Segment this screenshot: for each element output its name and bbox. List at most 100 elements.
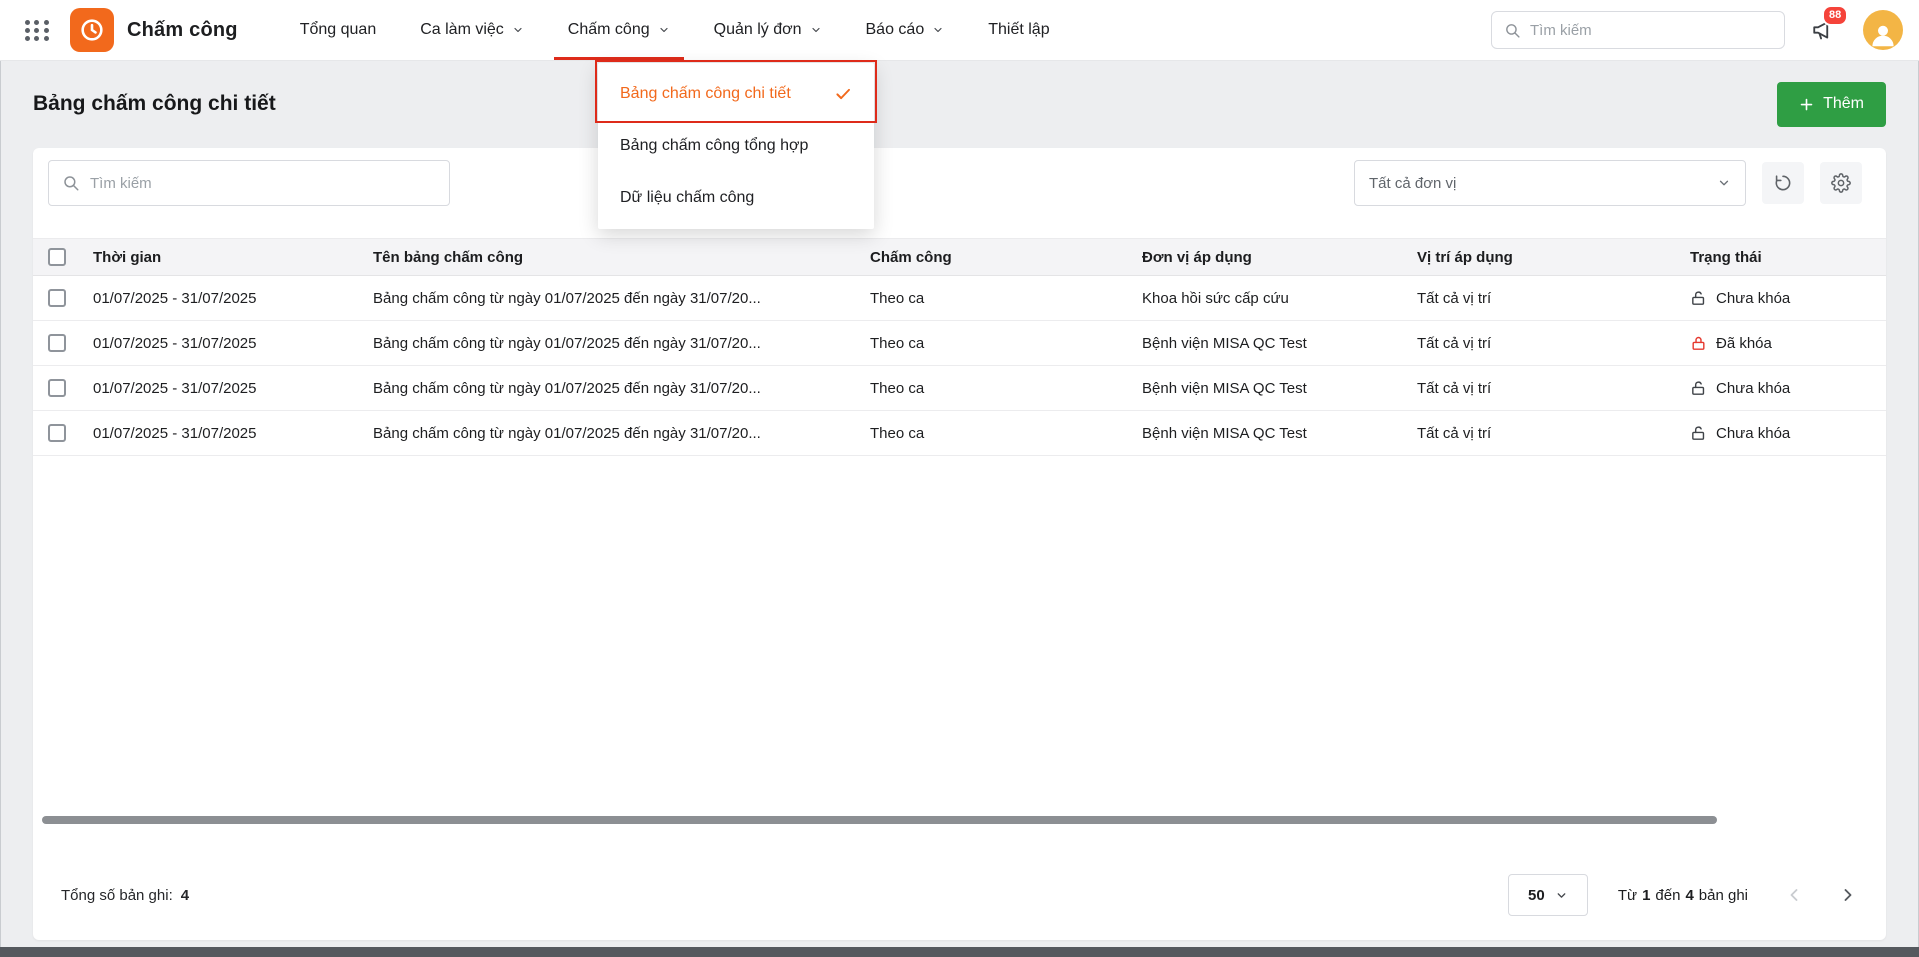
plus-icon bbox=[1799, 97, 1814, 112]
app-title: Chấm công bbox=[127, 19, 238, 42]
table-row[interactable]: 01/07/2025 - 31/07/2025 Bảng chấm công t… bbox=[33, 276, 1886, 321]
timesheet-table: Thời gian Tên bảng chấm công Chấm công Đ… bbox=[33, 238, 1886, 456]
nav-thiet-lap[interactable]: Thiết lập bbox=[966, 0, 1071, 60]
column-header-time: Thời gian bbox=[89, 249, 369, 266]
app-logo bbox=[70, 8, 114, 52]
menu-item-label: Dữ liệu chấm công bbox=[620, 189, 754, 207]
cell-location: Tất cả vị trí bbox=[1413, 380, 1686, 397]
menu-item-bang-cham-cong-tong-hop[interactable]: Bảng chấm công tổng hợp bbox=[598, 120, 874, 172]
cell-name: Bảng chấm công từ ngày 01/07/2025 đến ng… bbox=[369, 290, 866, 307]
nav-label: Tổng quan bbox=[300, 21, 377, 39]
bottom-bar bbox=[0, 947, 1919, 957]
cell-name: Bảng chấm công từ ngày 01/07/2025 đến ng… bbox=[369, 425, 866, 442]
page-size-select[interactable]: 50 bbox=[1508, 874, 1588, 916]
cell-status-text: Chưa khóa bbox=[1716, 290, 1790, 307]
add-button[interactable]: Thêm bbox=[1777, 82, 1886, 127]
cell-location: Tất cả vị trí bbox=[1413, 290, 1686, 307]
table-header-row: Thời gian Tên bảng chấm công Chấm công Đ… bbox=[33, 238, 1886, 276]
cell-type: Theo ca bbox=[866, 335, 1138, 352]
cell-time: 01/07/2025 - 31/07/2025 bbox=[89, 290, 369, 307]
nav-label: Thiết lập bbox=[988, 21, 1049, 39]
cell-unit: Bệnh viện MISA QC Test bbox=[1138, 335, 1413, 352]
settings-button[interactable] bbox=[1820, 162, 1862, 204]
table-footer: Tổng số bản ghi: 4 50 Từ 1 đến 4 bản ghi bbox=[33, 850, 1886, 940]
range-from: 1 bbox=[1642, 887, 1650, 904]
check-icon bbox=[834, 85, 852, 103]
cell-location: Tất cả vị trí bbox=[1413, 335, 1686, 352]
list-toolbar: Tất cả đơn vị bbox=[33, 148, 1886, 218]
main-content: Bảng chấm công chi tiết Thêm Tất cả đơn … bbox=[0, 81, 1919, 940]
unit-filter-select[interactable]: Tất cả đơn vị bbox=[1354, 160, 1746, 206]
nav-ca-lam-viec[interactable]: Ca làm việc bbox=[398, 0, 546, 60]
cell-type: Theo ca bbox=[866, 425, 1138, 442]
toolbar-right: Tất cả đơn vị bbox=[1354, 160, 1862, 206]
column-header-name: Tên bảng chấm công bbox=[369, 249, 866, 266]
menu-item-du-lieu-cham-cong[interactable]: Dữ liệu chấm công bbox=[598, 172, 874, 224]
table-row[interactable]: 01/07/2025 - 31/07/2025 Bảng chấm công t… bbox=[33, 366, 1886, 411]
next-page-button[interactable] bbox=[1838, 885, 1858, 905]
cell-time: 01/07/2025 - 31/07/2025 bbox=[89, 380, 369, 397]
chevron-right-icon bbox=[1838, 885, 1858, 905]
nav-cham-cong[interactable]: Chấm công bbox=[546, 0, 692, 60]
notification-badge: 88 bbox=[1822, 5, 1848, 26]
cell-type: Theo ca bbox=[866, 290, 1138, 307]
clock-icon bbox=[78, 16, 106, 44]
page-size-value: 50 bbox=[1528, 887, 1545, 904]
column-header-location: Vị trí áp dụng bbox=[1413, 249, 1686, 266]
cell-time: 01/07/2025 - 31/07/2025 bbox=[89, 335, 369, 352]
nav-label: Chấm công bbox=[568, 21, 650, 39]
row-checkbox[interactable] bbox=[48, 379, 66, 397]
pagination: 50 Từ 1 đến 4 bản ghi bbox=[1508, 874, 1858, 916]
total-records-value: 4 bbox=[181, 887, 189, 904]
cell-unit: Khoa hồi sức cấp cứu bbox=[1138, 290, 1413, 307]
chevron-down-icon bbox=[658, 24, 670, 36]
app-launcher-icon[interactable] bbox=[24, 17, 50, 43]
total-records: Tổng số bản ghi: 4 bbox=[61, 887, 189, 904]
search-icon bbox=[62, 174, 80, 192]
nav-tong-quan[interactable]: Tổng quan bbox=[278, 0, 399, 60]
range-to: 4 bbox=[1685, 887, 1693, 904]
notifications-button[interactable]: 88 bbox=[1807, 13, 1841, 47]
list-search[interactable] bbox=[48, 160, 450, 206]
table-row[interactable]: 01/07/2025 - 31/07/2025 Bảng chấm công t… bbox=[33, 321, 1886, 366]
pager bbox=[1784, 885, 1858, 905]
row-checkbox[interactable] bbox=[48, 424, 66, 442]
list-search-input[interactable] bbox=[90, 175, 436, 192]
select-all-checkbox[interactable] bbox=[48, 248, 66, 266]
row-checkbox[interactable] bbox=[48, 334, 66, 352]
chevron-left-icon bbox=[1784, 885, 1804, 905]
global-search[interactable] bbox=[1491, 11, 1785, 49]
cell-unit: Bệnh viện MISA QC Test bbox=[1138, 425, 1413, 442]
menu-item-label: Bảng chấm công chi tiết bbox=[620, 85, 791, 103]
chevron-down-icon bbox=[932, 24, 944, 36]
scrollbar-thumb[interactable] bbox=[42, 816, 1717, 824]
horizontal-scrollbar bbox=[39, 816, 1880, 824]
lock-icon bbox=[1690, 335, 1707, 352]
topbar-right: 88 bbox=[1491, 10, 1903, 50]
nav-label: Ca làm việc bbox=[420, 21, 504, 39]
prev-page-button[interactable] bbox=[1784, 885, 1804, 905]
nav-bao-cao[interactable]: Báo cáo bbox=[844, 0, 967, 60]
main-nav: Tổng quan Ca làm việc Chấm công Quản lý … bbox=[278, 0, 1072, 60]
row-checkbox[interactable] bbox=[48, 289, 66, 307]
total-records-label: Tổng số bản ghi: bbox=[61, 887, 173, 904]
unit-filter-value: Tất cả đơn vị bbox=[1369, 175, 1456, 192]
nav-quan-ly-don[interactable]: Quản lý đơn bbox=[692, 0, 844, 60]
range-prefix: Từ bbox=[1618, 887, 1637, 904]
global-search-input[interactable] bbox=[1530, 22, 1772, 39]
search-icon bbox=[1504, 22, 1521, 39]
gear-icon bbox=[1831, 173, 1851, 193]
range-mid: đến bbox=[1655, 887, 1680, 904]
menu-item-bang-cham-cong-chi-tiet[interactable]: Bảng chấm công chi tiết bbox=[598, 68, 874, 120]
table-row[interactable]: 01/07/2025 - 31/07/2025 Bảng chấm công t… bbox=[33, 411, 1886, 456]
topbar: Chấm công Tổng quan Ca làm việc Chấm côn… bbox=[0, 0, 1919, 61]
chevron-down-icon bbox=[810, 24, 822, 36]
cell-status-text: Chưa khóa bbox=[1716, 425, 1790, 442]
range-suffix: bản ghi bbox=[1699, 887, 1748, 904]
refresh-button[interactable] bbox=[1762, 162, 1804, 204]
cell-unit: Bệnh viện MISA QC Test bbox=[1138, 380, 1413, 397]
app-window: Chấm công Tổng quan Ca làm việc Chấm côn… bbox=[0, 0, 1919, 957]
user-avatar[interactable] bbox=[1863, 10, 1903, 50]
cell-name: Bảng chấm công từ ngày 01/07/2025 đến ng… bbox=[369, 335, 866, 352]
cell-time: 01/07/2025 - 31/07/2025 bbox=[89, 425, 369, 442]
